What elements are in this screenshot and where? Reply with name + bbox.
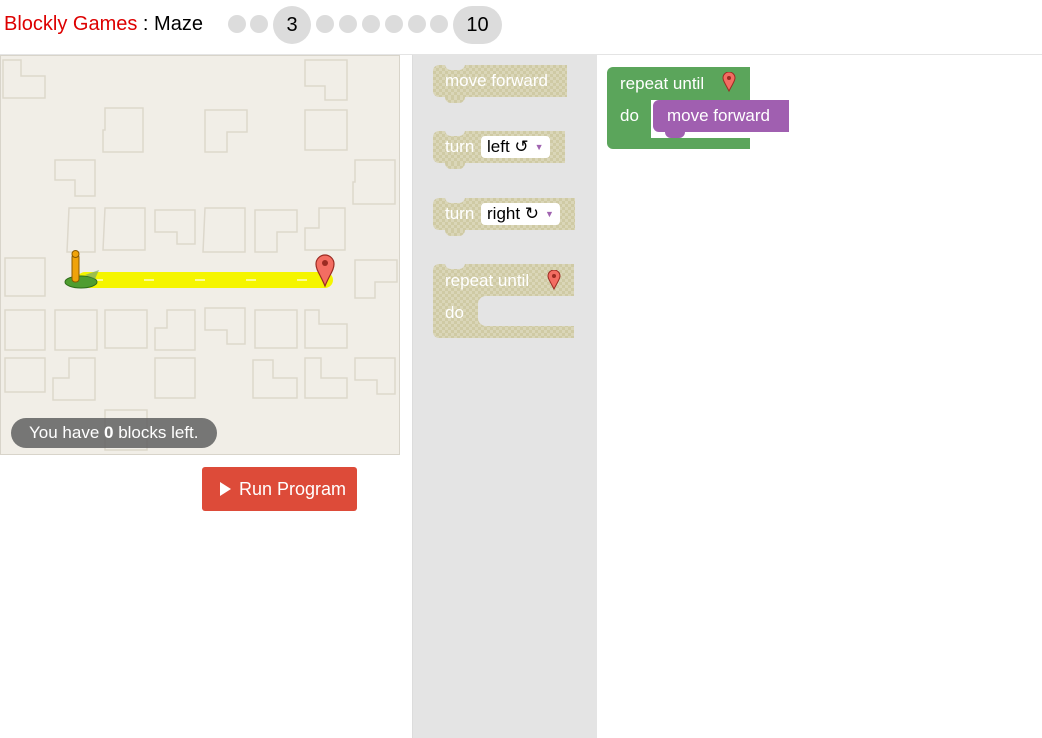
toolbox-move-forward-block[interactable]: move forward xyxy=(433,64,567,103)
repeat-do-slot xyxy=(478,296,574,326)
block-toolbox: move forward turn left ↺ ▼ turn right ↻ ▼ … xyxy=(412,55,597,738)
level-2-dot[interactable] xyxy=(250,15,268,33)
level-6-dot[interactable] xyxy=(362,15,380,33)
ws-repeat-do-label: do xyxy=(620,106,639,125)
maze-canvas: You have 0 blocks left. xyxy=(0,55,400,455)
program-workspace[interactable]: repeat until do move forward xyxy=(597,55,1042,738)
goal-marker-icon xyxy=(722,71,736,97)
goal-marker-icon xyxy=(547,269,561,295)
level-5-dot[interactable] xyxy=(339,15,357,33)
move-forward-label: move forward xyxy=(445,71,548,90)
blocks-left-prefix: You have xyxy=(29,423,104,442)
ws-repeat-until-label: repeat until xyxy=(620,74,705,93)
title-separator: : xyxy=(137,13,155,35)
ws-move-forward-label: move forward xyxy=(667,106,770,125)
maze-tiles xyxy=(2,59,398,451)
level-4-dot[interactable] xyxy=(316,15,334,33)
turn-right-label: turn xyxy=(445,204,475,223)
level-7-dot[interactable] xyxy=(385,15,403,33)
brand-link[interactable]: Blockly Games xyxy=(4,13,137,35)
turn-right-dropdown[interactable]: right ↻ ▼ xyxy=(481,203,560,225)
level-3-current[interactable]: 3 xyxy=(273,6,311,44)
run-program-button[interactable]: Run Program xyxy=(202,467,357,511)
turn-left-dropdown[interactable]: left ↺ ▼ xyxy=(481,136,550,158)
repeat-do-label: do xyxy=(445,303,464,322)
level-1-dot[interactable] xyxy=(228,15,246,33)
turn-left-option: left ↺ xyxy=(487,137,529,156)
repeat-until-label: repeat until xyxy=(445,271,530,290)
header-bar: Blockly Games : Maze 3 10 xyxy=(0,0,1042,55)
dropdown-arrow-icon: ▼ xyxy=(534,142,544,152)
page-title: Blockly Games : Maze xyxy=(4,12,203,36)
toolbox-turn-left-block[interactable]: turn left ↺ ▼ xyxy=(433,130,565,169)
toolbox-repeat-until-block[interactable]: repeat until do xyxy=(433,263,574,338)
toolbox-turn-right-block[interactable]: turn right ↻ ▼ xyxy=(433,197,575,236)
game-name: Maze xyxy=(154,13,203,35)
run-program-label: Run Program xyxy=(239,479,347,499)
workspace-move-forward-block[interactable]: move forward xyxy=(653,100,789,138)
dropdown-arrow-icon: ▼ xyxy=(545,209,554,219)
level-10-pill[interactable]: 10 xyxy=(453,6,502,44)
pegman-icon xyxy=(64,250,99,289)
play-icon xyxy=(220,482,231,496)
turn-left-label: turn xyxy=(445,137,475,156)
blocks-left-suffix: blocks left. xyxy=(113,423,199,442)
turn-right-option: right ↻ xyxy=(487,204,540,223)
level-9-dot[interactable] xyxy=(430,15,448,33)
blocks-left-badge: You have 0 blocks left. xyxy=(11,418,217,448)
level-8-dot[interactable] xyxy=(408,15,426,33)
